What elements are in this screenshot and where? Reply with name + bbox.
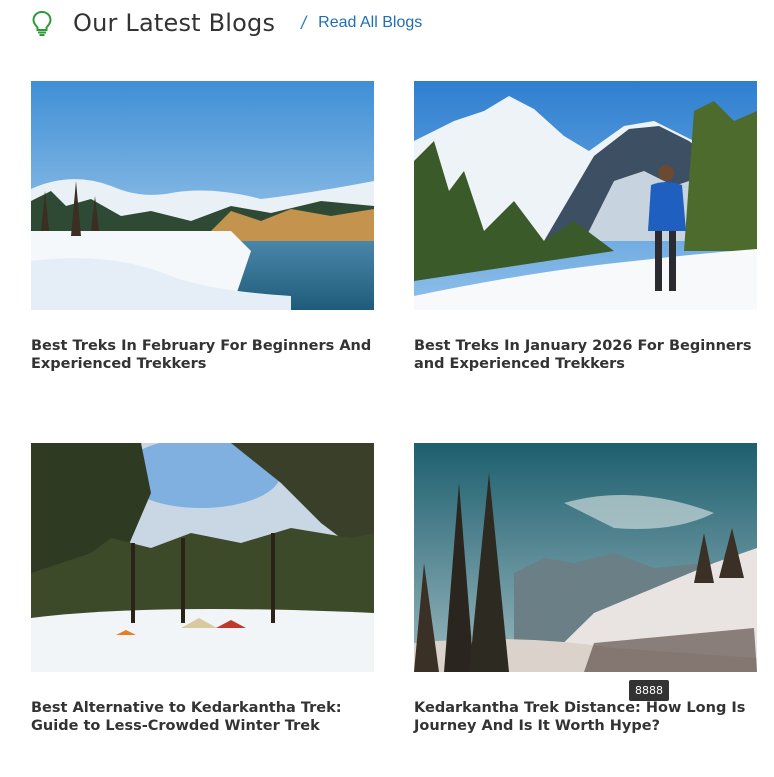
hover-tooltip: 8888 xyxy=(629,680,669,701)
blog-title[interactable]: Best Treks In January 2026 For Beginners… xyxy=(414,337,757,373)
blog-card[interactable]: Kedarkantha Trek Distance: How Long Is J… xyxy=(414,443,757,735)
blog-title[interactable]: Best Alternative to Kedarkantha Trek: Gu… xyxy=(31,699,374,735)
blog-title[interactable]: Kedarkantha Trek Distance: How Long Is J… xyxy=(414,699,757,735)
blog-card[interactable]: Best Treks In January 2026 For Beginners… xyxy=(414,81,757,373)
blog-card[interactable]: Best Alternative to Kedarkantha Trek: Gu… xyxy=(31,443,374,735)
blog-title[interactable]: Best Treks In February For Beginners And… xyxy=(31,337,374,373)
read-all-blogs-link[interactable]: Read All Blogs xyxy=(318,14,422,32)
blogs-header: Our Latest Blogs / Read All Blogs xyxy=(31,6,422,40)
section-title: Our Latest Blogs xyxy=(73,9,276,37)
blog-thumbnail[interactable] xyxy=(31,443,374,672)
title-separator: / xyxy=(301,12,307,33)
blog-thumbnail[interactable] xyxy=(31,81,374,310)
blog-thumbnail[interactable] xyxy=(414,81,757,310)
blog-thumbnail[interactable] xyxy=(414,443,757,672)
blog-card[interactable]: Best Treks In February For Beginners And… xyxy=(31,81,374,373)
lightbulb-icon xyxy=(32,10,52,36)
